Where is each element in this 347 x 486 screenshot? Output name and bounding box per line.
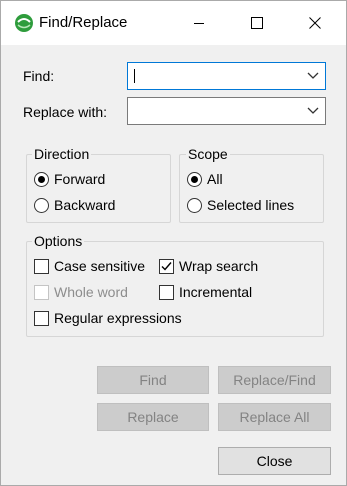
forward-label: Forward — [54, 171, 106, 187]
radio-unselected-icon[interactable] — [34, 197, 49, 213]
window-title: Find/Replace — [39, 14, 128, 31]
regular-expressions-label: Regular expressions — [54, 310, 182, 326]
incremental-label: Incremental — [179, 284, 253, 300]
find-label: Find: — [23, 68, 55, 84]
find-replace-dialog: Find/Replace Find: Replace with: Directi… — [0, 0, 347, 486]
title-bar[interactable]: Find/Replace — [1, 1, 346, 45]
replace-all-button[interactable]: Replace All — [218, 403, 331, 431]
radio-selected-icon[interactable] — [34, 171, 49, 187]
replace-combo[interactable] — [127, 97, 326, 125]
case-sensitive-checkbox[interactable]: Case sensitive — [34, 257, 145, 275]
checkbox-unchecked-icon[interactable] — [159, 284, 174, 300]
minimize-icon — [194, 23, 204, 24]
text-cursor — [134, 69, 135, 83]
selected-lines-label: Selected lines — [207, 197, 295, 213]
checkbox-unchecked-icon[interactable] — [34, 310, 49, 326]
options-group-title: Options — [32, 232, 85, 250]
radio-selected-icon[interactable] — [187, 171, 202, 187]
backward-label: Backward — [54, 197, 116, 213]
find-input[interactable] — [128, 63, 299, 89]
replace-input[interactable] — [128, 98, 299, 124]
maximize-icon — [251, 17, 263, 29]
forward-radio[interactable]: Forward — [34, 170, 105, 188]
direction-group-title: Direction — [32, 145, 92, 163]
close-icon — [309, 17, 321, 29]
checkbox-unchecked-icon[interactable] — [34, 258, 49, 274]
replace-with-label: Replace with: — [23, 104, 108, 120]
regular-expressions-checkbox[interactable]: Regular expressions — [34, 309, 182, 327]
checkbox-checked-icon[interactable] — [159, 258, 174, 274]
all-radio[interactable]: All — [187, 170, 223, 188]
close-button[interactable]: Close — [218, 447, 331, 475]
whole-word-label: Whole word — [54, 284, 128, 300]
incremental-checkbox[interactable]: Incremental — [159, 283, 252, 301]
minimize-button[interactable] — [170, 1, 228, 45]
maximize-button[interactable] — [228, 1, 286, 45]
wrap-search-label: Wrap search — [179, 258, 259, 274]
chevron-down-icon[interactable] — [306, 106, 320, 116]
all-label: All — [207, 171, 223, 187]
eclipse-icon — [14, 13, 34, 33]
wrap-search-checkbox[interactable]: Wrap search — [159, 257, 258, 275]
close-window-button[interactable] — [286, 1, 344, 45]
find-combo[interactable] — [127, 62, 326, 90]
case-sensitive-label: Case sensitive — [54, 258, 146, 274]
replace-find-button[interactable]: Replace/Find — [218, 366, 331, 394]
selected-lines-radio[interactable]: Selected lines — [187, 196, 294, 214]
replace-button[interactable]: Replace — [97, 403, 209, 431]
checkbox-disabled-icon — [34, 284, 49, 300]
find-button[interactable]: Find — [97, 366, 209, 394]
chevron-down-icon[interactable] — [306, 71, 320, 81]
backward-radio[interactable]: Backward — [34, 196, 115, 214]
whole-word-checkbox: Whole word — [34, 283, 128, 301]
scope-group-title: Scope — [186, 145, 230, 163]
radio-unselected-icon[interactable] — [187, 197, 202, 213]
